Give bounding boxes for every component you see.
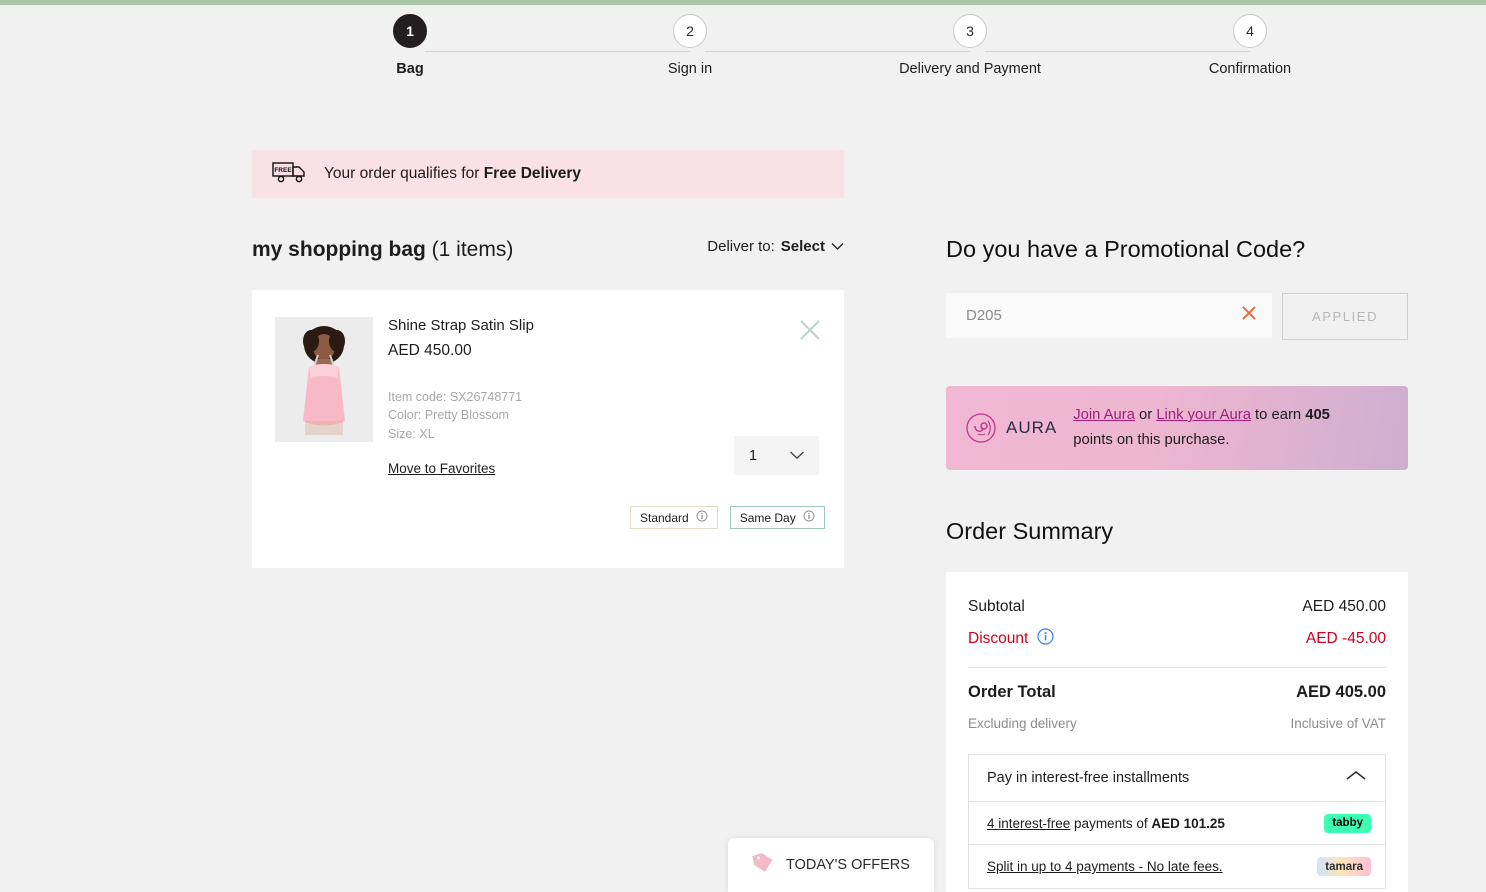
stepper-label-confirmation: Confirmation xyxy=(1208,61,1292,77)
chevron-down-icon xyxy=(831,238,844,255)
free-delivery-text: Your order qualifies for Free Delivery xyxy=(324,165,582,182)
product-name[interactable]: Shine Strap Satin Slip xyxy=(388,317,534,334)
info-icon[interactable] xyxy=(1037,628,1054,650)
product-size: Size: XL xyxy=(388,426,435,441)
chevron-up-icon[interactable] xyxy=(1345,769,1367,787)
stepper-label-delivery-payment: Delivery and Payment xyxy=(899,61,1041,77)
summary-row-discount: Discount AED -45.00 xyxy=(968,628,1386,650)
installments-row-tabby[interactable]: 4 interest-free payments of AED 101.25 t… xyxy=(969,802,1385,845)
tamara-text: Split in up to 4 payments - No late fees… xyxy=(987,859,1223,874)
quantity-stepper[interactable]: 1 xyxy=(734,436,819,475)
discount-label-group: Discount xyxy=(968,628,1054,650)
stepper-label-signin: Sign in xyxy=(667,61,713,77)
top-accent-bar xyxy=(0,0,1486,5)
stepper-circle-1: 1 xyxy=(393,14,427,48)
deliver-to-selector[interactable]: Deliver to: Select xyxy=(707,238,844,255)
aura-message: Join Aura or Link your Aura to earn 405 … xyxy=(1073,407,1330,448)
link-your-aura-link[interactable]: Link your Aura xyxy=(1156,407,1251,423)
order-summary-card: Subtotal AED 450.00 Discount AED -45.00 … xyxy=(946,572,1408,892)
apply-promo-button[interactable]: APPLIED xyxy=(1282,293,1408,340)
checkout-stepper: 1 Bag 2 Sign in 3 Delivery and Payment 4… xyxy=(0,14,1486,94)
stepper-circle-2: 2 xyxy=(673,14,707,48)
tabby-text: 4 interest-free payments of AED 101.25 xyxy=(987,815,1225,831)
product-meta: Item code: SX26748771 Color: Pretty Blos… xyxy=(388,388,522,443)
quantity-value: 1 xyxy=(749,447,758,464)
product-price: AED 450.00 xyxy=(388,342,472,359)
bag-item-card: Shine Strap Satin Slip AED 450.00 Item c… xyxy=(252,290,844,568)
aura-points: 405 xyxy=(1305,407,1330,423)
delivery-option-standard-label: Standard xyxy=(640,510,689,525)
chevron-down-icon xyxy=(789,447,805,465)
join-aura-link[interactable]: Join Aura xyxy=(1073,407,1135,423)
price-tag-icon xyxy=(752,852,774,879)
product-color: Color: Pretty Blossom xyxy=(388,408,509,423)
delivery-option-same-day[interactable]: Same Day xyxy=(729,506,825,529)
free-delivery-banner: FREE Your order qualifies for Free Deliv… xyxy=(252,150,844,198)
todays-offers-widget[interactable]: TODAY'S OFFERS xyxy=(728,838,934,892)
promo-code-input[interactable]: D205 xyxy=(946,293,1272,338)
installments-section: Pay in interest-free installments 4 inte… xyxy=(968,754,1386,889)
aura-brand-label: AURA xyxy=(1006,418,1058,437)
deliver-to-label: Deliver to: xyxy=(707,238,775,255)
svg-text:FREE: FREE xyxy=(274,167,292,174)
free-delivery-truck-icon: FREE xyxy=(272,159,308,190)
todays-offers-label: TODAY'S OFFERS xyxy=(786,857,910,873)
delivery-options: Standard Same Day xyxy=(630,506,825,529)
discount-label: Discount xyxy=(968,630,1029,647)
summary-row-subtotal: Subtotal AED 450.00 xyxy=(968,598,1386,616)
info-icon[interactable] xyxy=(803,510,815,525)
stepper-step-confirmation[interactable]: 4 Confirmation xyxy=(1150,14,1350,77)
summary-divider xyxy=(968,667,1386,668)
bag-title: my shopping bag (1 items) xyxy=(252,238,514,261)
product-image[interactable] xyxy=(275,317,373,442)
stepper-step-bag[interactable]: 1 Bag xyxy=(310,14,510,77)
order-summary-title: Order Summary xyxy=(946,518,1114,544)
subtotal-value: AED 450.00 xyxy=(1302,598,1386,615)
delivery-option-same-day-label: Same Day xyxy=(739,510,796,525)
inclusive-vat-note: Inclusive of VAT xyxy=(1290,716,1386,731)
info-icon[interactable] xyxy=(696,510,708,525)
aura-banner: AURA Join Aura or Link your Aura to earn… xyxy=(946,386,1408,470)
summary-row-total: Order Total AED 405.00 xyxy=(968,683,1386,702)
discount-value: AED -45.00 xyxy=(1305,630,1386,647)
installments-row-tamara[interactable]: Split in up to 4 payments - No late fees… xyxy=(969,845,1385,888)
aura-logo: AURA xyxy=(964,411,1057,445)
bag-header: my shopping bag (1 items) Deliver to: Se… xyxy=(252,238,844,272)
stepper-step-delivery-payment[interactable]: 3 Delivery and Payment xyxy=(870,14,1070,77)
installments-header[interactable]: Pay in interest-free installments xyxy=(969,755,1385,802)
tamara-badge: tamara xyxy=(1317,857,1371,876)
summary-row-note: Excluding delivery Inclusive of VAT xyxy=(968,716,1386,731)
stepper-circle-4: 4 xyxy=(1233,14,1267,48)
installments-header-label: Pay in interest-free installments xyxy=(987,770,1190,786)
stepper-step-signin[interactable]: 2 Sign in xyxy=(590,14,790,77)
deliver-to-value: Select xyxy=(780,238,825,255)
move-to-favorites-link[interactable]: Move to Favorites xyxy=(388,461,495,476)
promo-code-title: Do you have a Promotional Code? xyxy=(946,236,1306,262)
promo-code-value: D205 xyxy=(966,307,1002,324)
order-total-value: AED 405.00 xyxy=(1296,683,1386,701)
order-total-label: Order Total xyxy=(968,683,1056,701)
tabby-badge: tabby xyxy=(1324,813,1371,833)
subtotal-label: Subtotal xyxy=(968,598,1025,615)
stepper-label-bag: Bag xyxy=(396,61,424,77)
clear-promo-icon[interactable] xyxy=(1240,304,1258,327)
remove-item-close-icon[interactable] xyxy=(797,317,823,343)
excluding-delivery-note: Excluding delivery xyxy=(968,716,1077,731)
stepper-circle-3: 3 xyxy=(953,14,987,48)
delivery-option-standard[interactable]: Standard xyxy=(630,506,718,529)
product-item-code: Item code: SX26748771 xyxy=(388,390,523,404)
